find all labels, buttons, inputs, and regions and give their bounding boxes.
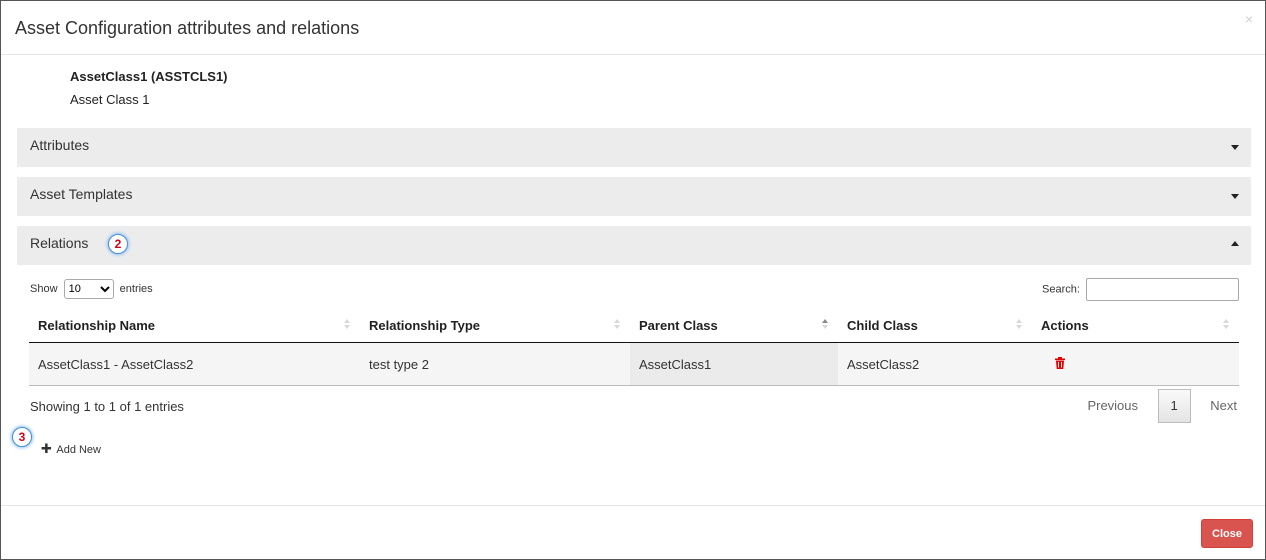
previous-page-button[interactable]: Previous bbox=[1087, 389, 1138, 423]
sort-icon bbox=[344, 319, 350, 331]
search-input[interactable] bbox=[1086, 278, 1239, 301]
page-1-button[interactable]: 1 bbox=[1157, 389, 1191, 423]
asset-class-name: AssetClass1 (ASSTCLS1) bbox=[70, 69, 228, 84]
table-search: Search: bbox=[1042, 278, 1239, 301]
panel-relations-header[interactable]: Relations bbox=[17, 226, 1251, 265]
sort-icon bbox=[614, 319, 620, 331]
cell-relationship-type: test type 2 bbox=[360, 342, 630, 386]
step-badge-relations: 2 bbox=[108, 234, 128, 254]
close-icon[interactable]: × bbox=[1245, 11, 1253, 27]
page-size-control: Show 102550100 entries bbox=[30, 279, 153, 299]
trash-icon[interactable] bbox=[1055, 357, 1065, 372]
caret-down-icon bbox=[1231, 145, 1239, 150]
plus-icon: ✚ bbox=[41, 441, 52, 456]
panel-asset-templates-header[interactable]: Asset Templates bbox=[17, 177, 1251, 216]
step-badge-add-new: 3 bbox=[12, 427, 32, 447]
asset-class-description: Asset Class 1 bbox=[70, 92, 150, 107]
cell-relationship-name: AssetClass1 - AssetClass2 bbox=[29, 342, 360, 386]
entries-label: entries bbox=[119, 283, 153, 295]
show-label: Show bbox=[30, 283, 58, 295]
caret-down-icon bbox=[1231, 194, 1239, 199]
table-info: Showing 1 to 1 of 1 entries bbox=[30, 399, 184, 414]
cell-actions bbox=[1032, 342, 1239, 386]
sort-ascending-icon bbox=[822, 319, 828, 331]
panel-attributes-header[interactable]: Attributes bbox=[17, 128, 1251, 167]
relations-table: Relationship Name Relationship Type Pare… bbox=[29, 308, 1239, 386]
add-new-label: Add New bbox=[56, 444, 101, 456]
column-header-parent-class[interactable]: Parent Class bbox=[630, 308, 838, 343]
column-header-relationship-type[interactable]: Relationship Type bbox=[360, 308, 630, 343]
next-page-button[interactable]: Next bbox=[1210, 389, 1237, 423]
close-button[interactable]: Close bbox=[1201, 519, 1253, 548]
panel-asset-templates-title: Asset Templates bbox=[30, 186, 133, 202]
cell-parent-class: AssetClass1 bbox=[630, 342, 838, 386]
column-header-relationship-name[interactable]: Relationship Name bbox=[29, 308, 360, 343]
modal-header: Asset Configuration attributes and relat… bbox=[1, 1, 1265, 55]
modal-footer: Close bbox=[1, 505, 1265, 560]
sort-icon bbox=[1016, 319, 1022, 331]
panel-attributes-title: Attributes bbox=[30, 137, 90, 153]
page-size-select[interactable]: 102550100 bbox=[63, 279, 114, 299]
pagination: Previous 1 Next bbox=[1087, 389, 1237, 425]
asset-class-info: AssetClass1 (ASSTCLS1) Asset Class 1 bbox=[70, 69, 228, 107]
modal-title: Asset Configuration attributes and relat… bbox=[15, 18, 360, 38]
add-new-button[interactable]: ✚ Add New bbox=[41, 441, 101, 457]
sort-icon bbox=[1223, 319, 1229, 331]
table-header-row: Relationship Name Relationship Type Pare… bbox=[29, 308, 1239, 343]
panel-relations-title: Relations bbox=[30, 235, 89, 251]
modal-dialog: Asset Configuration attributes and relat… bbox=[0, 0, 1266, 560]
search-label: Search: bbox=[1042, 283, 1080, 296]
table-row: AssetClass1 - AssetClass2 test type 2 As… bbox=[29, 342, 1239, 386]
caret-up-icon bbox=[1231, 241, 1239, 246]
column-header-actions[interactable]: Actions bbox=[1032, 308, 1239, 343]
column-header-child-class[interactable]: Child Class bbox=[838, 308, 1032, 343]
cell-child-class: AssetClass2 bbox=[838, 342, 1032, 386]
